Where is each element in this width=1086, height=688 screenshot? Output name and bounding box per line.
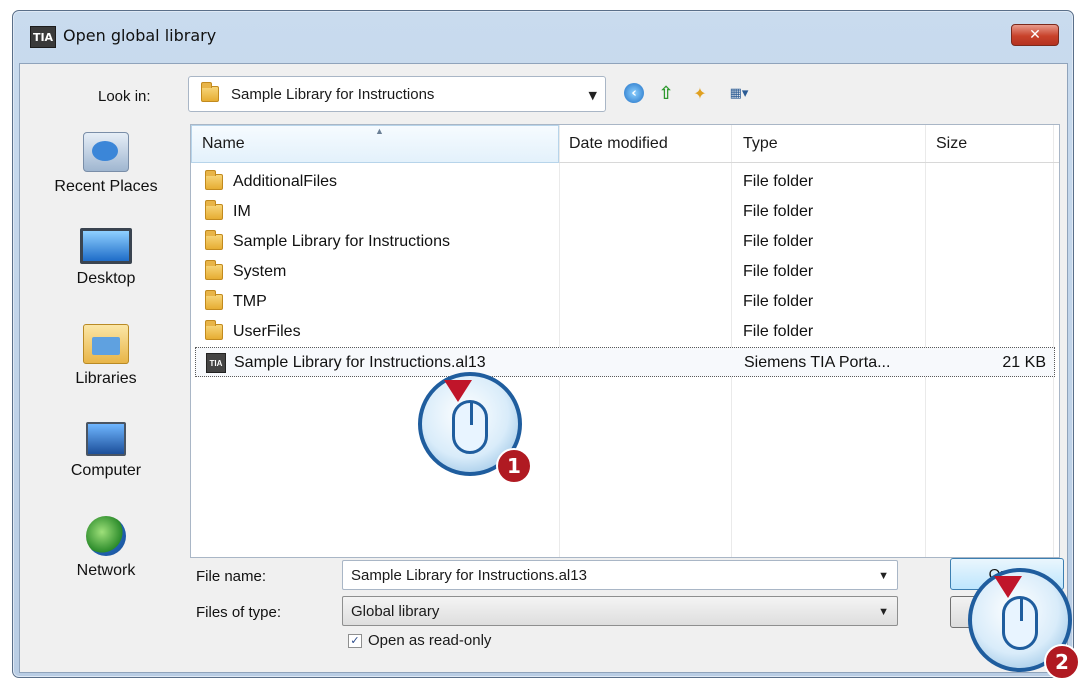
network-icon xyxy=(86,516,126,556)
mouse-icon xyxy=(1002,596,1038,650)
file-size: 21 KB xyxy=(1002,354,1046,371)
folder-icon xyxy=(205,200,223,220)
file-name: AdditionalFiles xyxy=(233,173,338,190)
close-button[interactable]: ✕ xyxy=(1011,24,1059,46)
chevron-down-icon: ▼ xyxy=(588,89,597,102)
read-only-checkbox[interactable]: ✓ xyxy=(348,633,362,648)
file-row[interactable]: System File folder xyxy=(195,257,1055,287)
file-row[interactable]: TMP File folder xyxy=(195,287,1055,317)
file-name: Sample Library for Instructions.al13 xyxy=(234,354,486,371)
pointer-arrow-icon xyxy=(994,576,1022,598)
place-libraries[interactable]: Libraries xyxy=(30,324,182,388)
folder-icon xyxy=(205,230,223,250)
file-name: UserFiles xyxy=(233,323,301,340)
computer-icon xyxy=(86,422,126,456)
view-menu-icon[interactable]: ▦▾ xyxy=(722,82,756,104)
place-label: Desktop xyxy=(76,270,136,287)
desktop-icon xyxy=(80,228,132,264)
read-only-label: Open as read-only xyxy=(368,632,492,649)
recent-places-icon xyxy=(83,132,129,172)
file-row[interactable]: IM File folder xyxy=(195,197,1055,227)
file-type: File folder xyxy=(743,233,814,250)
chevron-down-icon[interactable]: ▼ xyxy=(878,606,889,618)
column-header-row: ▲ Name Date modified Type Size xyxy=(191,125,1059,163)
file-type: Siemens TIA Porta... xyxy=(744,354,891,371)
look-in-label: Look in: xyxy=(98,88,151,105)
tia-library-icon: TIA xyxy=(206,353,226,373)
column-header-date[interactable]: Date modified xyxy=(559,125,731,163)
place-label: Network xyxy=(76,562,136,579)
libraries-icon xyxy=(83,324,129,364)
new-folder-icon[interactable]: ✦ xyxy=(688,82,712,104)
place-desktop[interactable]: Desktop xyxy=(30,228,182,288)
column-header-type[interactable]: Type xyxy=(733,125,925,163)
folder-icon xyxy=(205,260,223,280)
file-list[interactable]: ▲ Name Date modified Type Size Additiona… xyxy=(190,124,1060,558)
file-type: File folder xyxy=(743,203,814,220)
dialog-client-area: Look in: Sample Library for Instructions… xyxy=(19,63,1068,673)
look-in-value: Sample Library for Instructions xyxy=(231,85,435,103)
folder-icon xyxy=(205,320,223,340)
folder-icon xyxy=(205,170,223,190)
file-row[interactable]: UserFiles File folder xyxy=(195,317,1055,347)
places-bar: Recent Places Desktop Libraries Computer… xyxy=(30,124,182,664)
file-name-value: Sample Library for Instructions.al13 xyxy=(351,566,587,584)
file-type: File folder xyxy=(743,293,814,310)
file-row[interactable]: Sample Library for Instructions File fol… xyxy=(195,227,1055,257)
column-header-size[interactable]: Size xyxy=(926,125,1053,163)
place-label: Recent Places xyxy=(54,178,158,195)
file-type: File folder xyxy=(743,173,814,190)
chevron-down-icon[interactable]: ▼ xyxy=(878,570,889,582)
step-badge-1: 1 xyxy=(496,448,532,484)
file-type-label: Files of type: xyxy=(196,604,282,621)
place-computer[interactable]: Computer xyxy=(30,422,182,480)
file-name-label: File name: xyxy=(196,568,267,585)
file-type: File folder xyxy=(743,263,814,280)
navigation-toolbar: ‹ ⇧ ✦ ▦▾ xyxy=(624,82,756,104)
place-label: Computer xyxy=(70,462,142,479)
file-type-value: Global library xyxy=(351,602,440,620)
up-folder-icon[interactable]: ⇧ xyxy=(654,82,678,104)
file-type: File folder xyxy=(743,323,814,340)
file-name: TMP xyxy=(233,293,267,310)
title-bar[interactable]: TIA Open global library ✕ xyxy=(13,11,1073,63)
dialog-title: Open global library xyxy=(63,26,217,45)
folder-icon xyxy=(201,82,219,102)
place-network[interactable]: Network xyxy=(30,516,182,580)
file-name: Sample Library for Instructions xyxy=(233,233,450,250)
sort-ascending-icon: ▲ xyxy=(375,126,384,136)
step-badge-2: 2 xyxy=(1044,644,1080,680)
file-row-selected[interactable]: TIA Sample Library for Instructions.al13 … xyxy=(195,347,1055,377)
pointer-arrow-icon xyxy=(444,380,472,402)
folder-icon xyxy=(205,290,223,310)
file-name: System xyxy=(233,263,287,280)
open-library-dialog: TIA Open global library ✕ Look in: Sampl… xyxy=(12,10,1074,678)
file-type-select[interactable]: Global library ▼ xyxy=(342,596,898,626)
place-recent-places[interactable]: Recent Places xyxy=(30,132,182,196)
column-header-name[interactable]: ▲ Name xyxy=(191,125,559,163)
tia-app-icon: TIA xyxy=(30,26,56,48)
back-icon[interactable]: ‹ xyxy=(624,83,644,103)
file-row[interactable]: AdditionalFiles File folder xyxy=(195,167,1055,197)
file-name: IM xyxy=(233,203,251,220)
place-label: Libraries xyxy=(75,370,137,387)
read-only-option[interactable]: ✓ Open as read-only xyxy=(348,632,491,649)
look-in-dropdown[interactable]: Sample Library for Instructions ▼ xyxy=(188,76,606,112)
mouse-icon xyxy=(452,400,488,454)
file-name-input[interactable]: Sample Library for Instructions.al13 ▼ xyxy=(342,560,898,590)
